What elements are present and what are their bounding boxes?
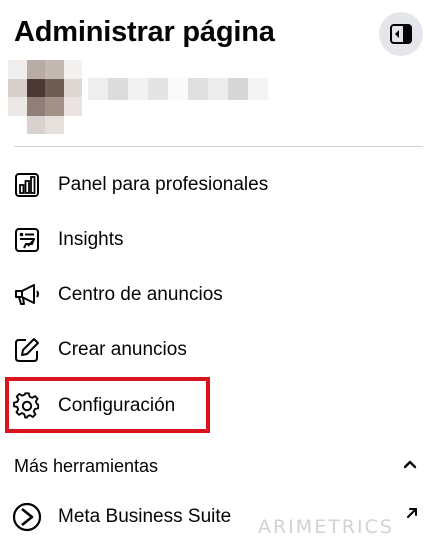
menu-item-professional-dashboard[interactable]: Panel para profesionales: [0, 158, 437, 212]
page-title: Administrar página: [14, 16, 275, 48]
page-header: Administrar página: [14, 12, 423, 56]
menu-item-label: Meta Business Suite: [58, 506, 232, 527]
avatar: [8, 60, 82, 134]
page-name-blurred: [88, 78, 268, 100]
menu-item-create-ads[interactable]: Crear anuncios: [0, 323, 437, 377]
section-title: Más herramientas: [14, 455, 159, 476]
insights-report-icon: [12, 225, 42, 255]
meta-business-suite-icon: [12, 502, 42, 532]
collapse-sidebar-button[interactable]: [379, 12, 423, 56]
external-link-icon: [405, 506, 419, 525]
menu-item-ad-center[interactable]: Centro de anuncios: [0, 268, 437, 322]
dashboard-chart-icon: [12, 170, 42, 200]
menu-item-insights[interactable]: Insights: [0, 213, 437, 267]
edit-pencil-icon: [12, 335, 42, 365]
menu-item-label: Panel para profesionales: [58, 174, 269, 195]
watermark: ARIMETRICS: [258, 516, 394, 538]
sidebar-collapse-icon: [390, 24, 412, 44]
menu-item-label: Crear anuncios: [58, 339, 187, 360]
chevron-up-icon: [403, 456, 417, 474]
more-tools-section-toggle[interactable]: Más herramientas: [14, 452, 423, 480]
megaphone-icon: [12, 280, 42, 310]
menu-item-label: Insights: [58, 229, 124, 250]
page-profile[interactable]: [8, 60, 270, 134]
divider: [14, 146, 423, 147]
settings-highlight-box: [5, 377, 210, 433]
menu-item-label: Centro de anuncios: [58, 284, 223, 305]
